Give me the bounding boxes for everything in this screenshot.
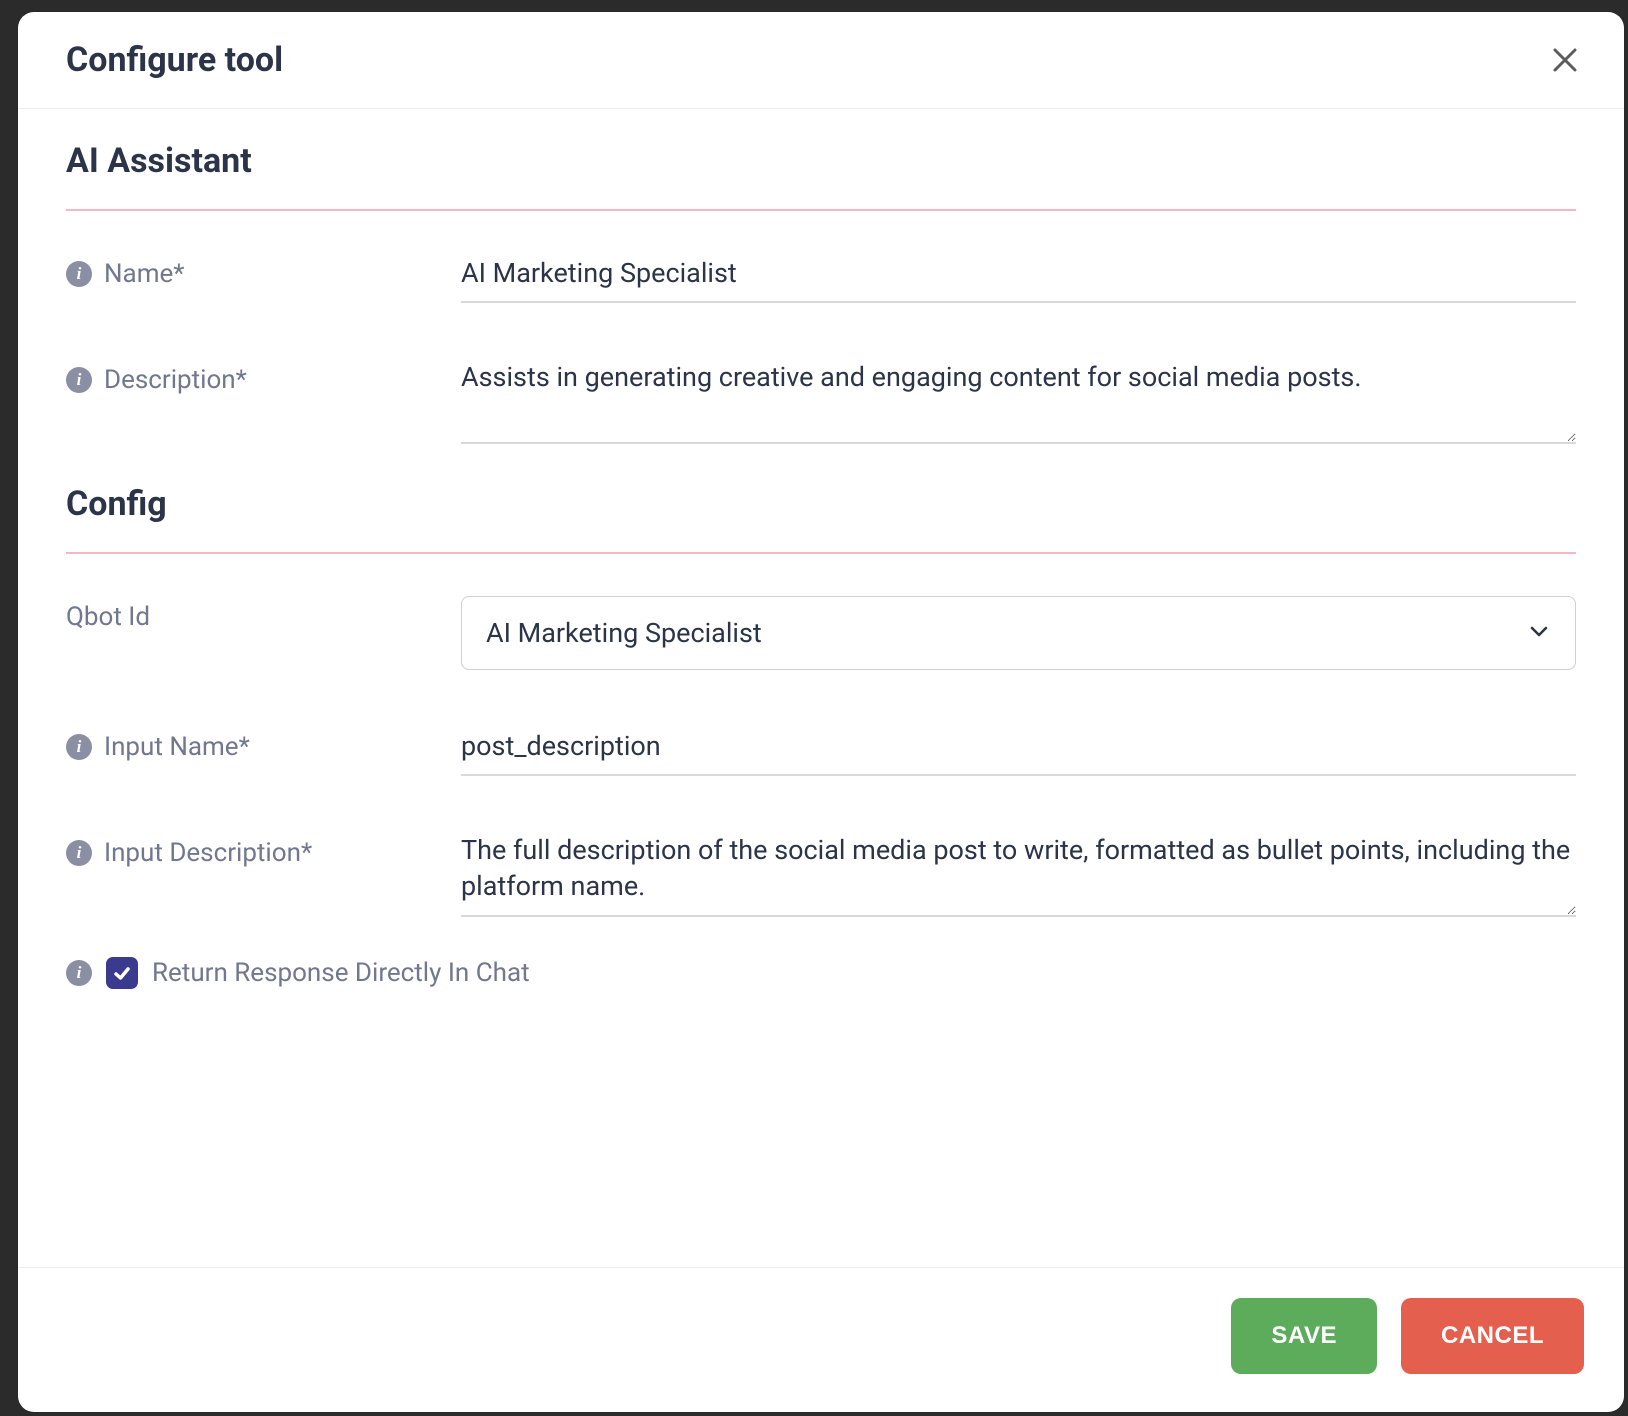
- field-row-return-direct: i Return Response Directly In Chat: [66, 957, 1576, 989]
- field-row-name: i Name*: [66, 253, 1576, 303]
- section-divider: [66, 209, 1576, 211]
- close-icon: [1551, 46, 1579, 74]
- label-col: Qbot Id: [66, 596, 461, 632]
- field-row-qbot: Qbot Id AI Marketing Specialist: [66, 596, 1576, 670]
- field-row-input-description: i Input Description*: [66, 832, 1576, 921]
- input-name-input[interactable]: [461, 726, 1576, 776]
- section-config-title: Config: [66, 484, 1576, 524]
- description-label: Description*: [104, 365, 247, 395]
- info-icon: i: [66, 367, 92, 393]
- qbot-select-value: AI Marketing Specialist: [486, 617, 762, 649]
- field-row-description: i Description*: [66, 359, 1576, 448]
- input-description-label: Input Description*: [104, 838, 312, 868]
- input-name-label: Input Name*: [104, 732, 250, 762]
- name-input[interactable]: [461, 253, 1576, 303]
- info-icon: i: [66, 734, 92, 760]
- cancel-button[interactable]: CANCEL: [1401, 1298, 1584, 1374]
- name-label: Name*: [104, 259, 184, 289]
- check-icon: [112, 963, 132, 983]
- field-row-input-name: i Input Name*: [66, 726, 1576, 776]
- input-description-textarea[interactable]: [461, 832, 1576, 917]
- info-icon: i: [66, 840, 92, 866]
- info-icon: i: [66, 960, 92, 986]
- qbot-label: Qbot Id: [66, 602, 150, 632]
- section-ai-assistant-title: AI Assistant: [66, 141, 1576, 181]
- configure-tool-dialog: Configure tool AI Assistant i Name* i De…: [18, 12, 1624, 1412]
- dialog-footer: SAVE CANCEL: [18, 1267, 1624, 1412]
- label-col: i Name*: [66, 253, 461, 289]
- label-col: i Input Description*: [66, 832, 461, 868]
- qbot-select[interactable]: AI Marketing Specialist: [461, 596, 1576, 670]
- section-divider: [66, 552, 1576, 554]
- chevron-down-icon: [1527, 619, 1551, 647]
- dialog-header: Configure tool: [18, 12, 1624, 109]
- label-col: i Description*: [66, 359, 461, 395]
- dialog-body: AI Assistant i Name* i Description* Conf…: [18, 109, 1624, 1267]
- return-direct-label: Return Response Directly In Chat: [152, 958, 530, 988]
- close-button[interactable]: [1546, 41, 1584, 79]
- info-icon: i: [66, 261, 92, 287]
- return-direct-checkbox[interactable]: [106, 957, 138, 989]
- save-button[interactable]: SAVE: [1231, 1298, 1377, 1374]
- label-col: i Input Name*: [66, 726, 461, 762]
- description-textarea[interactable]: [461, 359, 1576, 444]
- dialog-title: Configure tool: [66, 40, 283, 80]
